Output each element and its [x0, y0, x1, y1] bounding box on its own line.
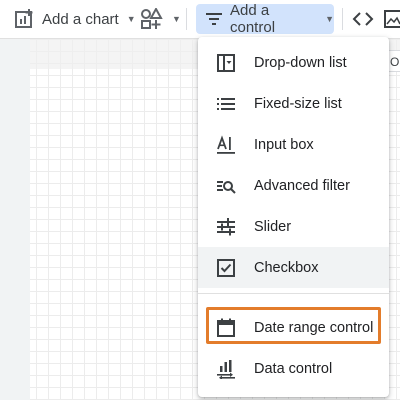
menu-item-input-box[interactable]: Input box: [198, 124, 389, 165]
add-control-label: Add a control: [230, 2, 276, 36]
community-components-button[interactable]: ▼: [140, 4, 181, 34]
menu-item-label: Drop-down list: [254, 54, 347, 71]
embed-code-button[interactable]: [352, 4, 374, 34]
menu-item-label: Slider: [254, 218, 292, 235]
menu-item-checkbox[interactable]: Checkbox: [198, 247, 389, 288]
menu-item-drop-down-list[interactable]: Drop-down list: [198, 42, 389, 83]
menu-item-fixed-size-list[interactable]: Fixed-size list: [198, 83, 389, 124]
menu-divider: [198, 293, 389, 294]
menu-item-label: Data control: [254, 360, 333, 377]
menu-item-slider[interactable]: Slider: [198, 206, 389, 247]
code-embed-icon: [352, 9, 374, 29]
add-control-button[interactable]: Add a control ▼: [196, 2, 334, 36]
image-icon: [384, 9, 400, 29]
advanced-filter-icon: [198, 176, 254, 196]
add-chart-button[interactable]: Add a chart ▼: [14, 4, 136, 34]
slider-icon: [198, 217, 254, 237]
canvas-left-margin: [0, 39, 30, 400]
add-chart-label: Add a chart: [42, 10, 119, 28]
menu-item-advanced-filter[interactable]: Advanced filter: [198, 165, 389, 206]
menu-item-data-control[interactable]: Data control: [198, 348, 389, 389]
data-control-icon: [198, 359, 254, 379]
chevron-down-icon: ▼: [126, 14, 136, 24]
checkbox-icon: [198, 258, 254, 278]
add-chart-icon: [14, 8, 36, 30]
dropdown-list-icon: [198, 53, 254, 73]
menu-item-label: Input box: [254, 136, 314, 153]
menu-item-label: Fixed-size list: [254, 95, 342, 112]
toolbar: Add a chart ▼ ▼ Add a control ▼: [0, 0, 400, 39]
fixed-size-list-icon: [198, 94, 254, 114]
filter-lines-icon: [204, 9, 224, 29]
menu-item-label: Checkbox: [254, 259, 319, 276]
chevron-down-icon: ▼: [325, 14, 334, 24]
input-box-icon: [198, 134, 254, 155]
toolbar-divider: [186, 8, 187, 30]
toolbar-divider: [342, 8, 343, 30]
add-image-button[interactable]: [384, 4, 400, 34]
date-range-highlight-box: [206, 307, 381, 344]
menu-item-label: Advanced filter: [254, 177, 350, 194]
right-panel-tab-text: O: [390, 55, 400, 69]
chevron-down-icon: ▼: [172, 14, 181, 24]
community-components-icon: [140, 8, 164, 30]
